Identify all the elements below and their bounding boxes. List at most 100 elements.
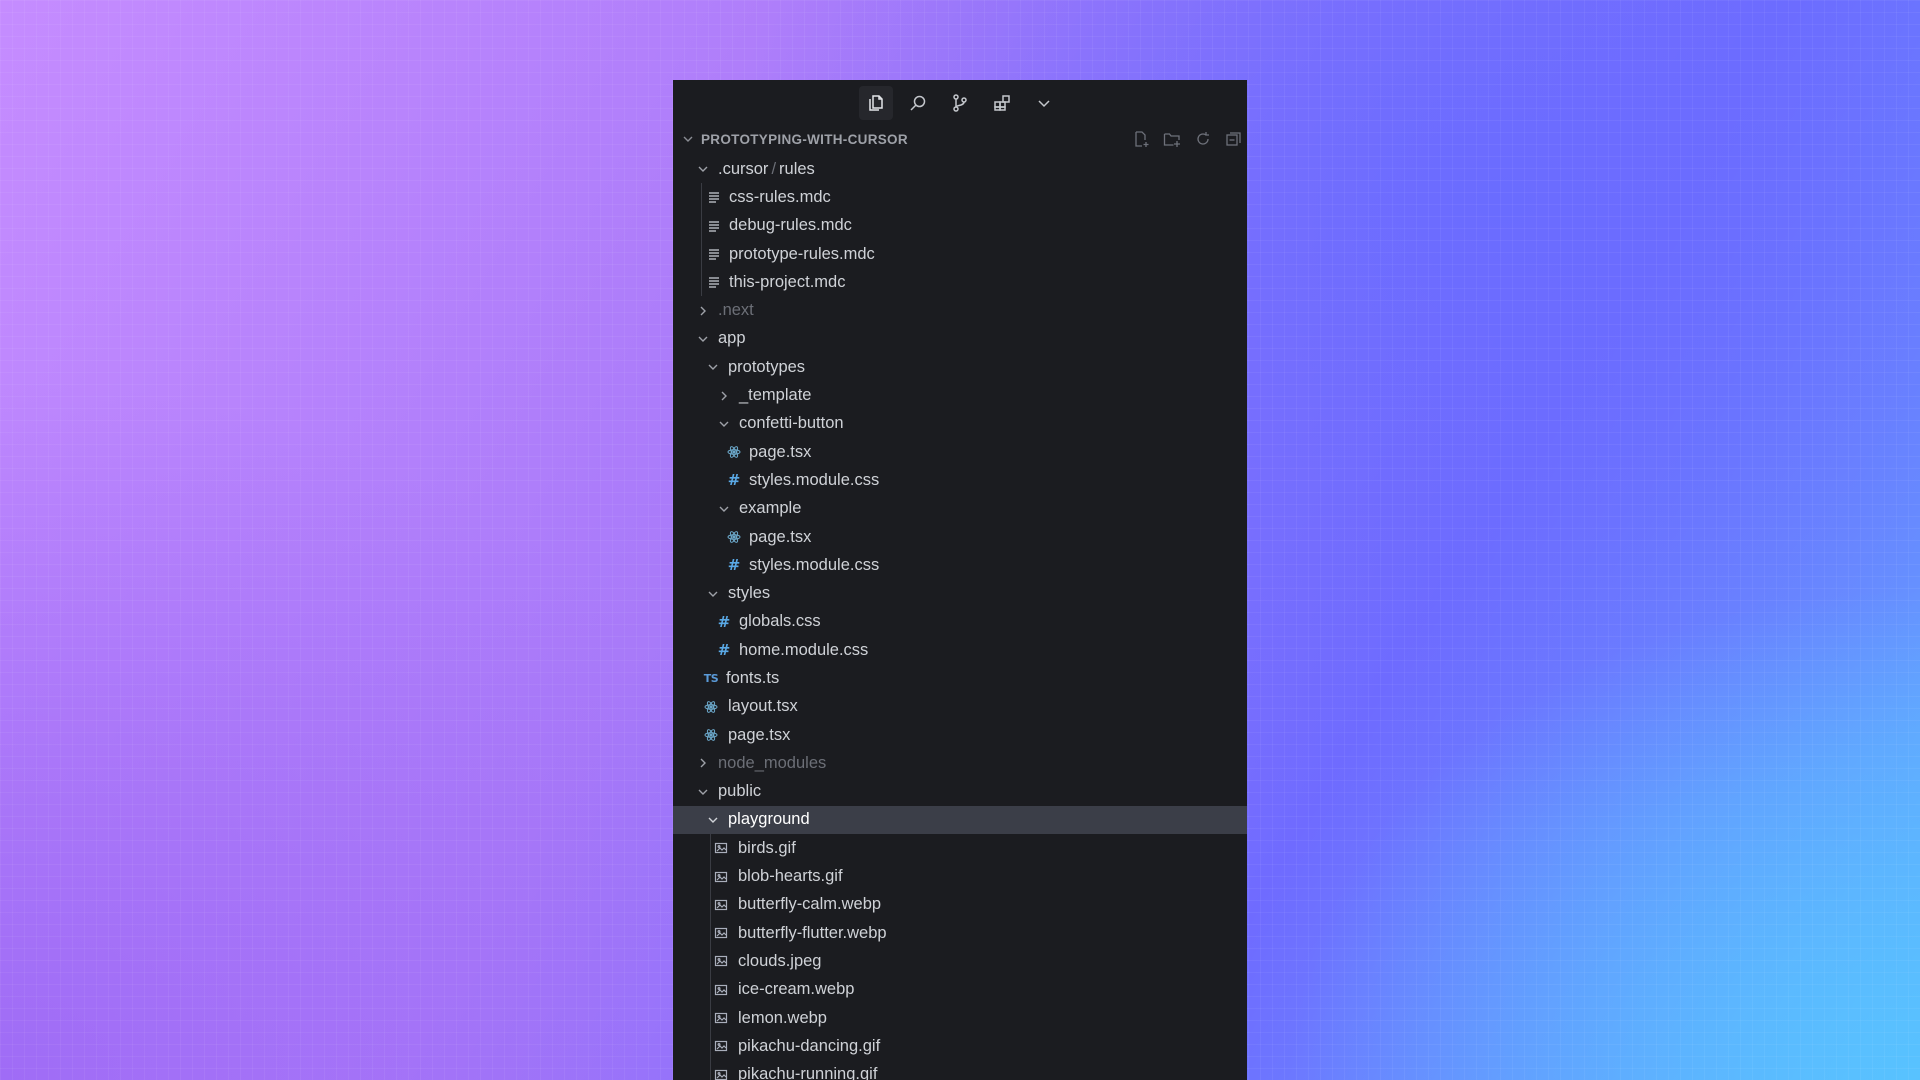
tree-file-birds[interactable]: birds.gif [673,834,1247,863]
explorer-actions [1130,129,1245,149]
tree-folder-confetti-button[interactable]: confetti-button [673,410,1247,438]
image-file-icon [714,954,728,968]
tree-folder-styles[interactable]: styles [673,579,1247,607]
chevron-right-icon [717,389,731,403]
image-file-icon [714,841,728,855]
tree-folder-playground[interactable]: playground [673,805,1247,835]
tree-folder-app[interactable]: app [673,325,1247,353]
tree-file-home-module[interactable]: # home.module.css [673,636,1247,664]
text-file-icon [707,190,721,204]
file-label: clouds.jpeg [738,951,822,970]
tree-file-prototype-rules[interactable]: prototype-rules.mdc [673,239,1247,269]
collapse-all-icon [1226,132,1241,146]
file-label: home.module.css [739,640,869,659]
folder-label: prototypes [728,357,806,376]
react-icon [727,445,741,459]
folder-label: app [718,329,746,348]
tree-file-pikachu-dancing[interactable]: pikachu-dancing.gif [673,1032,1247,1061]
search-tab[interactable] [901,86,935,120]
tree-folder-next[interactable]: .next [673,296,1247,324]
tree-file-butterfly-flutter[interactable]: butterfly-flutter.webp [673,919,1247,948]
chevron-down-icon [717,502,731,516]
tree-file-ice-cream[interactable]: ice-cream.webp [673,975,1247,1004]
file-label: page.tsx [749,527,812,546]
tree-folder-prototypes[interactable]: prototypes [673,353,1247,381]
file-label: butterfly-calm.webp [738,895,882,914]
tree-file-globals[interactable]: # globals.css [673,608,1247,636]
indent-guide [710,834,711,863]
indent-guide [710,862,711,891]
extensions-tab[interactable] [985,86,1019,120]
extensions-icon [994,95,1010,111]
collapse-all-button[interactable] [1223,129,1245,149]
chevron-down-icon [1038,100,1050,108]
file-label: pikachu-dancing.gif [738,1036,881,1055]
react-icon [704,728,718,742]
file-label: page.tsx [749,442,812,461]
files-icon [869,95,883,111]
chevron-down-icon [706,587,720,601]
image-file-icon [714,1011,728,1025]
typescript-icon: TS [703,671,719,685]
image-file-icon [714,926,728,940]
explorer-tab[interactable] [859,86,893,120]
more-views-button[interactable] [1027,86,1061,120]
new-folder-button[interactable] [1161,129,1183,149]
file-label: this-project.mdc [729,272,846,291]
folder-label: rules [779,159,815,178]
tree-file-app-page[interactable]: page.tsx [673,721,1247,749]
tree-folder-example[interactable]: example [673,495,1247,523]
chevron-down-icon [706,360,720,374]
explorer-section-header[interactable]: PROTOTYPING-WITH-CURSOR [673,126,1247,152]
folder-label: public [718,782,762,801]
tree-file-clouds[interactable]: clouds.jpeg [673,947,1247,976]
text-file-icon [707,275,721,289]
search-icon [910,95,926,111]
file-label: debug-rules.mdc [729,216,852,235]
tree-folder-template[interactable]: _template [673,381,1247,409]
tree-file-butterfly-calm[interactable]: butterfly-calm.webp [673,890,1247,920]
tree-file-css-rules[interactable]: css-rules.mdc [673,183,1247,212]
css-hash-icon: # [717,612,731,631]
image-file-icon [714,898,728,912]
folder-label: playground [728,810,810,829]
chevron-right-icon [696,756,710,770]
image-file-icon [714,1039,728,1053]
folder-label: node_modules [718,753,827,772]
tree-folder-public[interactable]: public [673,778,1247,806]
tree-file-example-page[interactable]: page.tsx [673,523,1247,551]
file-label: lemon.webp [738,1008,827,1027]
source-control-icon [953,94,967,112]
refresh-button[interactable] [1192,129,1214,149]
tree-file-debug-rules[interactable]: debug-rules.mdc [673,211,1247,240]
file-label: globals.css [739,612,821,631]
explorer-panel: PROTOTYPING-WITH-CURSOR .cursor/rules [673,80,1247,1080]
tree-file-example-styles[interactable]: # styles.module.css [673,551,1247,579]
new-file-button[interactable] [1130,129,1152,149]
tree-file-blob-hearts[interactable]: blob-hearts.gif [673,862,1247,891]
css-hash-icon: # [717,641,731,660]
indent-guide [710,975,711,1004]
tree-file-confetti-styles[interactable]: # styles.module.css [673,466,1247,494]
tree-file-this-project[interactable]: this-project.mdc [673,268,1247,297]
react-icon [704,700,718,714]
tree-file-layout[interactable]: layout.tsx [673,693,1247,721]
indent-guide [710,919,711,948]
file-label: css-rules.mdc [729,187,831,206]
tree-folder-node-modules[interactable]: node_modules [673,749,1247,777]
chevron-down-icon [706,813,720,827]
tree-file-pikachu-running[interactable]: pikachu-running.gif [673,1060,1247,1080]
folder-label: .next [718,301,754,320]
project-title: PROTOTYPING-WITH-CURSOR [701,131,908,147]
source-control-tab[interactable] [943,86,977,120]
tree-file-confetti-page[interactable]: page.tsx [673,438,1247,466]
tree-file-fonts[interactable]: TS fonts.ts [673,664,1247,692]
tree-file-lemon[interactable]: lemon.webp [673,1003,1247,1033]
indent-guide [701,239,702,269]
folder-label: confetti-button [739,414,844,433]
indent-guide [710,1060,711,1080]
react-icon [727,530,741,544]
image-file-icon [714,870,728,884]
new-file-icon [1135,131,1149,147]
tree-folder-cursor-rules[interactable]: .cursor / rules [673,155,1247,183]
